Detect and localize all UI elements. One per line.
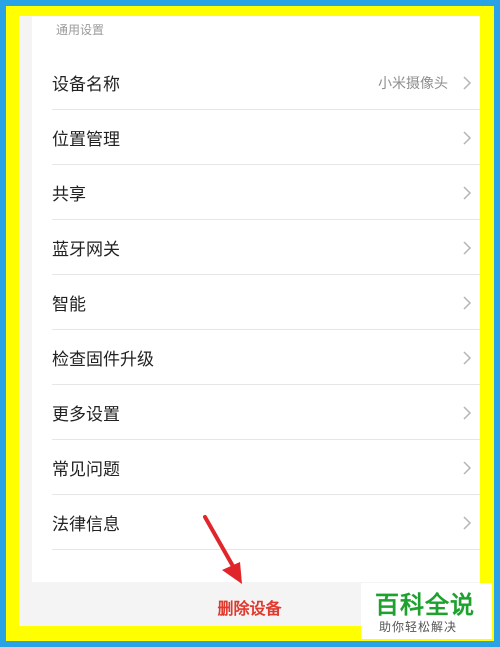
section-header: 通用设置 [56,23,105,37]
row-label: 位置管理 [52,130,120,150]
settings-row-bluetooth-gateway[interactable]: 蓝牙网关 [32,220,480,275]
settings-row-more-settings[interactable]: 更多设置 [32,385,480,440]
row-label: 更多设置 [52,405,120,425]
settings-row-faq[interactable]: 常见问题 [32,440,480,495]
phone-screen: 通用设置 设备名称 小米摄像头 位置管理 共享 蓝牙网关 智能 检查固件升级 更… [19,16,480,626]
settings-row-firmware-upgrade[interactable]: 检查固件升级 [32,330,480,385]
watermark-logo: 百科全说 助你轻松解决 [361,583,492,639]
chevron-right-icon [463,515,472,530]
row-label: 蓝牙网关 [52,240,120,260]
settings-row-device-name[interactable]: 设备名称 小米摄像头 [32,55,480,110]
watermark-subtitle: 助你轻松解决 [379,620,458,634]
row-label: 法律信息 [52,515,120,535]
row-label: 检查固件升级 [52,350,154,370]
chevron-right-icon [463,240,472,255]
chevron-right-icon [463,130,472,145]
row-label: 智能 [52,295,86,315]
red-arrow-icon [203,515,242,584]
settings-row-location[interactable]: 位置管理 [32,110,480,165]
row-value: 小米摄像头 [378,75,448,92]
settings-row-share[interactable]: 共享 [32,165,480,220]
row-label: 常见问题 [52,460,120,480]
chevron-right-icon [463,75,472,90]
settings-row-legal-info[interactable]: 法律信息 [32,495,480,550]
settings-card: 通用设置 设备名称 小米摄像头 位置管理 共享 蓝牙网关 智能 检查固件升级 更… [32,16,480,582]
settings-list: 设备名称 小米摄像头 位置管理 共享 蓝牙网关 智能 检查固件升级 更多设置 常… [32,55,480,550]
chevron-right-icon [463,295,472,310]
chevron-right-icon [463,185,472,200]
watermark-title: 百科全说 [375,591,475,619]
chevron-right-icon [463,405,472,420]
row-label: 共享 [52,185,86,205]
chevron-right-icon [463,350,472,365]
row-label: 设备名称 [52,75,120,95]
settings-row-smart[interactable]: 智能 [32,275,480,330]
chevron-right-icon [463,460,472,475]
